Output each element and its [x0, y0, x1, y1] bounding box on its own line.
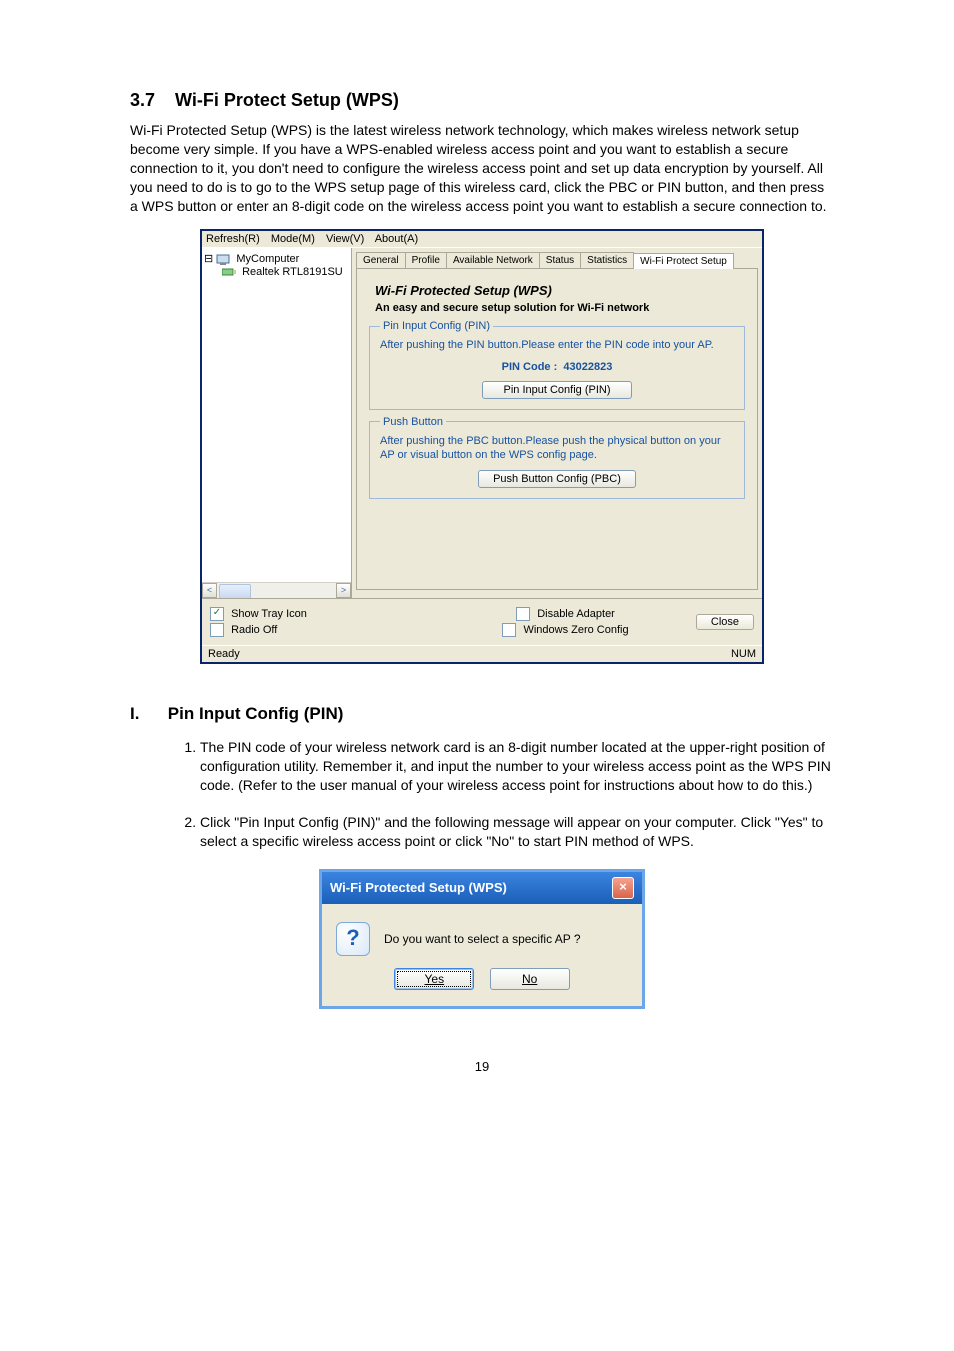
footer-left: ✓ Show Tray Icon Radio Off: [210, 605, 447, 639]
status-bar: Ready NUM: [202, 645, 762, 662]
document-page: 3.7 Wi-Fi Protect Setup (WPS) Wi-Fi Prot…: [0, 0, 954, 1134]
pin-code-label: PIN Code :: [502, 361, 558, 373]
pin-group: Pin Input Config (PIN) After pushing the…: [369, 320, 745, 409]
radio-off-row[interactable]: Radio Off: [210, 623, 447, 637]
pin-legend: Pin Input Config (PIN): [380, 320, 493, 332]
status-ready: Ready: [208, 648, 240, 660]
wps-dialog: Wi-Fi Protected Setup (WPS) × ? Do you w…: [319, 869, 645, 1009]
disable-adapter-label: Disable Adapter: [537, 608, 615, 620]
tree-child[interactable]: Realtek RTL8191SU: [204, 266, 349, 278]
tab-available-network[interactable]: Available Network: [446, 252, 540, 268]
menu-view[interactable]: View(V): [326, 233, 364, 245]
menu-mode[interactable]: Mode(M): [271, 233, 315, 245]
tab-content: Wi-Fi Protected Setup (WPS) An easy and …: [356, 268, 758, 590]
radio-off-label: Radio Off: [231, 624, 277, 636]
menu-bar[interactable]: Refresh(R) Mode(M) View(V) About(A): [202, 231, 762, 248]
page-number: 19: [130, 1059, 834, 1074]
tree-child-label: Realtek RTL8191SU: [242, 266, 343, 278]
no-label: No: [522, 972, 537, 986]
computer-icon: [216, 254, 230, 266]
menu-refresh[interactable]: Refresh(R): [206, 233, 260, 245]
disable-adapter-row[interactable]: Disable Adapter: [447, 607, 684, 621]
no-button[interactable]: No: [490, 968, 570, 990]
win-zero-row[interactable]: Windows Zero Config: [447, 623, 684, 637]
dialog-title-text: Wi-Fi Protected Setup (WPS): [330, 880, 507, 895]
show-tray-label: Show Tray Icon: [231, 608, 307, 620]
yes-label: Yes: [425, 972, 445, 986]
tab-profile[interactable]: Profile: [405, 252, 447, 268]
pbc-group: Push Button After pushing the PBC button…: [369, 416, 745, 500]
list-item: Click "Pin Input Config (PIN)" and the f…: [200, 813, 834, 851]
footer-center: Disable Adapter Windows Zero Config: [447, 605, 684, 639]
tab-wps[interactable]: Wi-Fi Protect Setup: [633, 253, 734, 269]
status-num: NUM: [731, 648, 756, 660]
sub-section-number: I.: [130, 704, 139, 723]
app-body: ⊟ MyComputer Realtek RTL8191SU < >: [202, 248, 762, 598]
adapter-icon: [222, 266, 236, 278]
intro-paragraph: Wi-Fi Protected Setup (WPS) is the lates…: [130, 121, 834, 215]
sub-section-title: Pin Input Config (PIN): [168, 704, 344, 723]
yes-button[interactable]: Yes: [394, 968, 474, 990]
tree-root-label: MyComputer: [236, 253, 299, 265]
pin-instruction: After pushing the PIN button.Please ente…: [380, 338, 734, 352]
scroll-right-icon[interactable]: >: [336, 583, 351, 598]
tab-statistics[interactable]: Statistics: [580, 252, 634, 268]
close-button[interactable]: Close: [696, 614, 754, 630]
minus-icon: ⊟: [204, 253, 213, 265]
pbc-config-button[interactable]: Push Button Config (PBC): [478, 470, 636, 488]
checkbox-empty-icon[interactable]: [516, 607, 530, 621]
sub-section-heading: I. Pin Input Config (PIN): [130, 704, 834, 724]
pbc-instruction: After pushing the PBC button.Please push…: [380, 434, 734, 463]
show-tray-row[interactable]: ✓ Show Tray Icon: [210, 607, 447, 621]
scroll-track[interactable]: [217, 583, 336, 598]
win-zero-label: Windows Zero Config: [523, 624, 628, 636]
question-icon: ?: [336, 922, 370, 956]
tab-general[interactable]: General: [356, 252, 406, 268]
pbc-legend: Push Button: [380, 416, 446, 428]
checkbox-checked-icon[interactable]: ✓: [210, 607, 224, 621]
scroll-left-icon[interactable]: <: [202, 583, 217, 598]
scroll-thumb[interactable]: [219, 584, 251, 598]
wps-title: Wi-Fi Protected Setup (WPS): [375, 283, 745, 298]
section-title: Wi-Fi Protect Setup (WPS): [175, 90, 399, 110]
section-number: 3.7: [130, 90, 155, 110]
footer-right: Close: [684, 614, 754, 630]
pin-code-value: 43022823: [563, 361, 612, 373]
wps-subtitle: An easy and secure setup solution for Wi…: [375, 302, 745, 314]
pin-config-button[interactable]: Pin Input Config (PIN): [482, 381, 632, 399]
dialog-message: Do you want to select a specific AP ?: [384, 932, 581, 946]
menu-about[interactable]: About(A): [375, 233, 418, 245]
checkbox-empty-icon[interactable]: [502, 623, 516, 637]
tab-status[interactable]: Status: [539, 252, 581, 268]
pin-code-row: PIN Code : 43022823: [380, 361, 734, 373]
dialog-body: ? Do you want to select a specific AP ?: [322, 904, 642, 968]
scrollbar[interactable]: < >: [202, 582, 351, 598]
tab-bar: General Profile Available Network Status…: [356, 252, 758, 268]
section-heading: 3.7 Wi-Fi Protect Setup (WPS): [130, 90, 834, 111]
dialog-buttons: Yes No: [322, 968, 642, 1006]
numbered-list: The PIN code of your wireless network ca…: [170, 738, 834, 850]
list-item: The PIN code of your wireless network ca…: [200, 738, 834, 795]
tab-pane: General Profile Available Network Status…: [352, 248, 762, 598]
checkbox-empty-icon[interactable]: [210, 623, 224, 637]
app-window: Refresh(R) Mode(M) View(V) About(A) ⊟ My…: [200, 229, 764, 664]
footer-row: ✓ Show Tray Icon Radio Off Disable Adapt…: [202, 598, 762, 645]
close-icon[interactable]: ×: [612, 877, 634, 899]
dialog-title-bar[interactable]: Wi-Fi Protected Setup (WPS) ×: [322, 872, 642, 904]
tree-pane[interactable]: ⊟ MyComputer Realtek RTL8191SU < >: [202, 248, 352, 598]
tree-root[interactable]: ⊟ MyComputer: [204, 252, 349, 265]
